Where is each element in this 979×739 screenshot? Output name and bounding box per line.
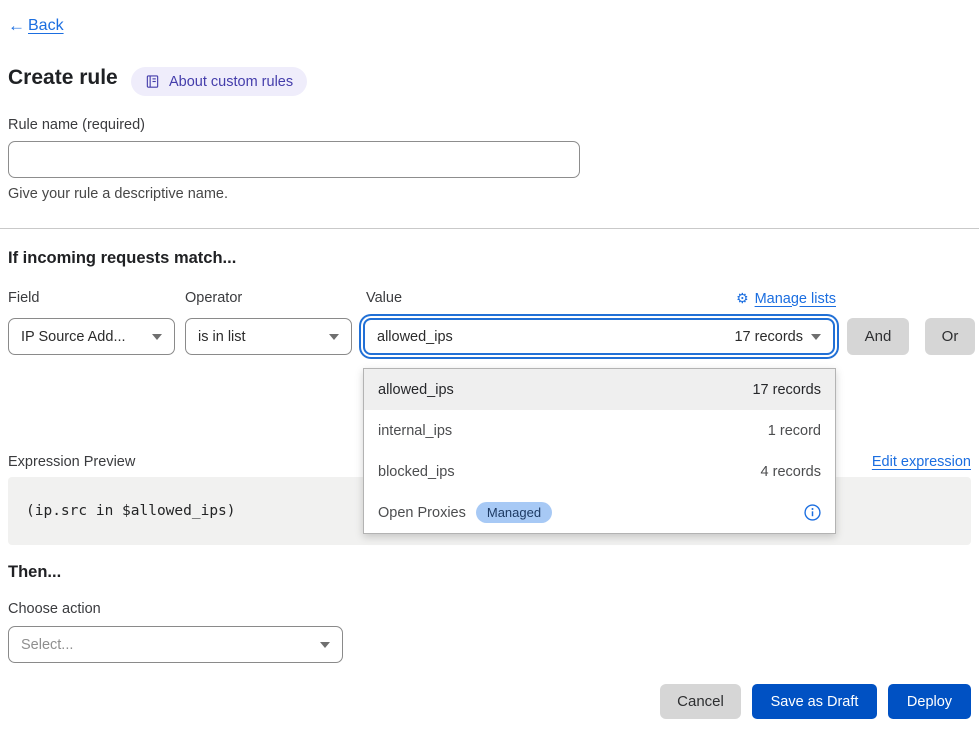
managed-badge: Managed xyxy=(476,502,552,523)
field-select[interactable]: IP Source Add... xyxy=(8,318,175,355)
or-button[interactable]: Or xyxy=(925,318,975,355)
list-record-count: 1 record xyxy=(768,423,821,439)
rule-name-label: Rule name (required) xyxy=(8,117,145,133)
save-as-draft-button[interactable]: Save as Draft xyxy=(752,684,877,719)
back-link[interactable]: ← Back xyxy=(8,16,64,36)
list-name: Open Proxies xyxy=(378,505,466,521)
about-custom-rules-link[interactable]: About custom rules xyxy=(131,67,307,96)
expression-preview-label: Expression Preview xyxy=(8,454,135,470)
dropdown-option-open-proxies[interactable]: Open Proxies Managed xyxy=(364,492,835,533)
expression-code: (ip.src in $allowed_ips) xyxy=(26,503,236,519)
rule-name-input[interactable] xyxy=(8,141,580,178)
list-record-count: 17 records xyxy=(752,382,821,398)
operator-select[interactable]: is in list xyxy=(185,318,352,355)
field-label: Field xyxy=(8,290,39,306)
back-arrow-icon: ← xyxy=(8,16,25,36)
value-select-value: allowed_ips xyxy=(377,329,453,345)
create-rule-page: ← Back Create rule About custom rules Ru… xyxy=(0,0,979,739)
list-dropdown-menu: allowed_ips 17 records internal_ips 1 re… xyxy=(363,368,836,534)
book-icon xyxy=(145,74,160,89)
value-select[interactable]: allowed_ips 17 records xyxy=(363,318,835,355)
cancel-button[interactable]: Cancel xyxy=(660,684,741,719)
operator-label: Operator xyxy=(185,290,242,306)
dropdown-option-allowed-ips[interactable]: allowed_ips 17 records xyxy=(364,369,835,410)
about-custom-rules-label: About custom rules xyxy=(169,74,293,90)
dropdown-option-internal-ips[interactable]: internal_ips 1 record xyxy=(364,410,835,451)
manage-lists-label: Manage lists xyxy=(755,291,836,307)
info-icon[interactable] xyxy=(804,504,821,521)
page-title: Create rule xyxy=(8,66,118,90)
chevron-down-icon xyxy=(811,334,821,340)
edit-expression-link[interactable]: Edit expression xyxy=(872,454,971,470)
choose-action-label: Choose action xyxy=(8,601,101,617)
gear-icon: ⚙ xyxy=(736,290,749,307)
action-select-placeholder: Select... xyxy=(21,637,73,653)
list-record-count: 4 records xyxy=(761,464,821,480)
value-label: Value xyxy=(366,290,402,306)
match-section-heading: If incoming requests match... xyxy=(8,249,236,268)
rule-name-helper-text: Give your rule a descriptive name. xyxy=(8,186,228,202)
chevron-down-icon xyxy=(329,334,339,340)
chevron-down-icon xyxy=(152,334,162,340)
value-select-record-count: 17 records xyxy=(734,329,803,345)
section-divider xyxy=(0,228,979,229)
field-select-value: IP Source Add... xyxy=(21,329,126,345)
action-select[interactable]: Select... xyxy=(8,626,343,663)
operator-select-value: is in list xyxy=(198,329,246,345)
list-name: allowed_ips xyxy=(378,382,454,398)
and-button[interactable]: And xyxy=(847,318,909,355)
chevron-down-icon xyxy=(320,642,330,648)
then-section-heading: Then... xyxy=(8,563,61,582)
list-name: internal_ips xyxy=(378,423,452,439)
deploy-button[interactable]: Deploy xyxy=(888,684,971,719)
dropdown-option-blocked-ips[interactable]: blocked_ips 4 records xyxy=(364,451,835,492)
list-name: blocked_ips xyxy=(378,464,455,480)
manage-lists-link[interactable]: ⚙ Manage lists xyxy=(736,290,836,307)
back-label: Back xyxy=(28,17,64,35)
